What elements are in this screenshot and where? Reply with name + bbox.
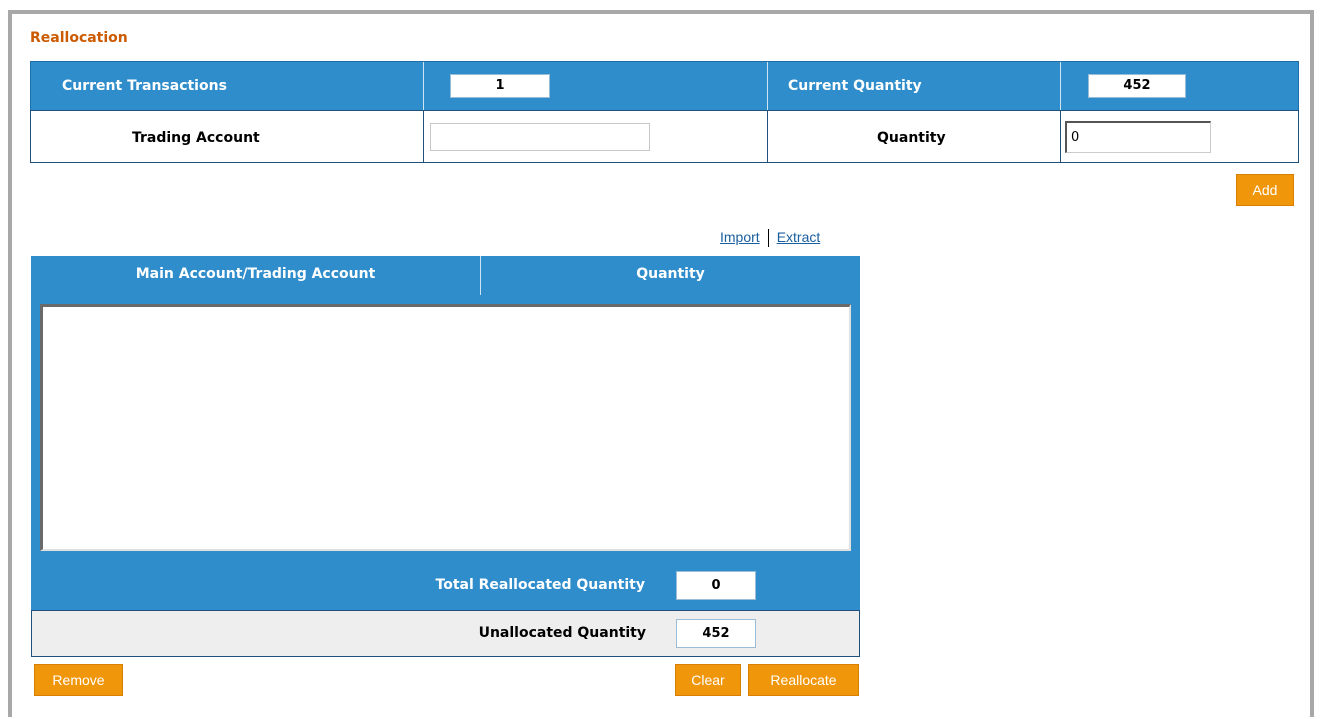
current-transactions-label: Current Transactions xyxy=(62,78,227,94)
allocation-listbox[interactable] xyxy=(40,304,851,551)
unallocated-label: Unallocated Quantity xyxy=(478,625,646,641)
column-header-account[interactable]: Main Account/Trading Account xyxy=(31,266,480,282)
column-divider xyxy=(1060,62,1061,110)
column-divider xyxy=(1060,111,1061,162)
current-transactions-value: 1 xyxy=(450,74,550,98)
column-divider xyxy=(767,62,768,110)
unallocated-row: Unallocated Quantity 452 xyxy=(31,610,860,657)
remove-button[interactable]: Remove xyxy=(34,664,123,696)
column-divider xyxy=(423,111,424,162)
link-divider xyxy=(767,229,769,247)
current-quantity-value: 452 xyxy=(1088,74,1186,98)
current-quantity-label: Current Quantity xyxy=(788,78,922,94)
summary-header-row: Current Transactions 1 Current Quantity … xyxy=(30,61,1299,111)
column-divider xyxy=(423,62,424,110)
add-button[interactable]: Add xyxy=(1236,174,1294,206)
allocation-grid-header: Main Account/Trading Account Quantity xyxy=(31,256,860,295)
column-header-quantity[interactable]: Quantity xyxy=(481,266,860,282)
page-title: Reallocation xyxy=(30,30,128,46)
total-reallocated-row: Total Reallocated Quantity 0 xyxy=(31,560,860,610)
unallocated-value: 452 xyxy=(676,619,756,648)
quantity-label: Quantity xyxy=(877,130,946,146)
import-extract-links: Import Extract xyxy=(720,229,820,247)
column-divider xyxy=(767,111,768,162)
total-reallocated-label: Total Reallocated Quantity xyxy=(435,577,645,593)
import-link[interactable]: Import xyxy=(720,229,760,245)
quantity-input[interactable] xyxy=(1065,121,1211,153)
entry-row: Trading Account Quantity xyxy=(30,110,1299,163)
allocation-grid-body xyxy=(31,295,860,560)
total-reallocated-value: 0 xyxy=(676,571,756,600)
trading-account-label: Trading Account xyxy=(132,130,260,146)
extract-link[interactable]: Extract xyxy=(777,229,821,245)
clear-button[interactable]: Clear xyxy=(675,664,741,696)
trading-account-input[interactable] xyxy=(430,123,650,151)
reallocate-button[interactable]: Reallocate xyxy=(748,664,859,696)
